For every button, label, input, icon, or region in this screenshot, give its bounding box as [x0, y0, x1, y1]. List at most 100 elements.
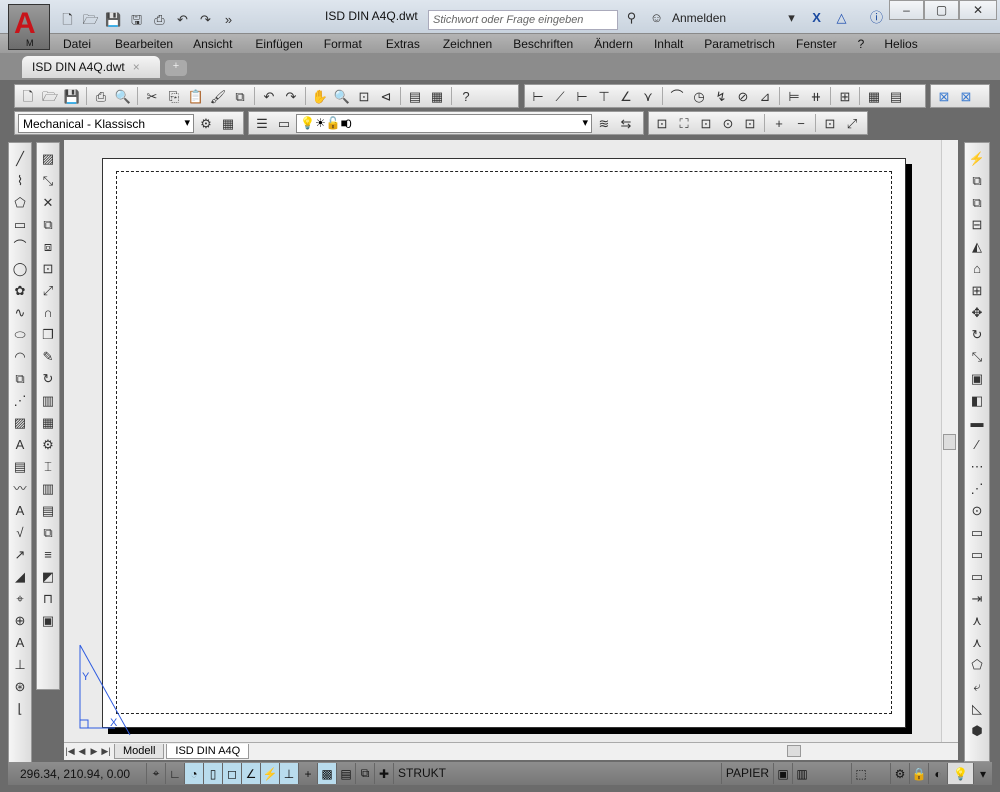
- new-tab-button[interactable]: +: [165, 60, 187, 76]
- copy-obj-icon[interactable]: ⧉: [38, 215, 58, 234]
- leader-icon[interactable]: ↗: [10, 545, 30, 564]
- zoom-r-icon[interactable]: ⊙: [967, 501, 987, 520]
- calculator-icon[interactable]: ▦: [427, 86, 447, 106]
- mtext-icon[interactable]: A: [10, 435, 30, 454]
- dim-angle-icon[interactable]: ∠: [616, 86, 636, 106]
- close-tab-icon[interactable]: ×: [133, 60, 140, 74]
- match-prop-icon[interactable]: ⚡: [967, 149, 987, 168]
- table-icon[interactable]: ▤: [886, 86, 906, 106]
- vertex2-r-icon[interactable]: ⋏: [967, 633, 987, 652]
- zoom-in-icon[interactable]: +: [769, 113, 789, 133]
- hatch-edit-icon[interactable]: ⊠: [956, 86, 976, 106]
- magnet-icon[interactable]: ∩: [38, 303, 58, 322]
- ucs-small-icon[interactable]: ⌊: [10, 699, 30, 718]
- menu-1[interactable]: Bearbeiten: [115, 37, 173, 51]
- menu-10[interactable]: Parametrisch: [704, 37, 775, 51]
- polyline-icon[interactable]: ⌇: [10, 171, 30, 190]
- undo-icon[interactable]: ↶: [173, 10, 192, 29]
- dim-diameter-icon[interactable]: ⊘: [733, 86, 753, 106]
- annotation-monitor-icon[interactable]: ✚: [374, 763, 393, 784]
- grid-icon[interactable]: ◔: [184, 763, 203, 784]
- save-as-icon[interactable]: 🖫: [127, 10, 146, 29]
- zoom-object-icon[interactable]: ⊡: [740, 113, 760, 133]
- break-r-icon[interactable]: ⁄: [967, 435, 987, 454]
- copy-r-icon[interactable]: ⧉: [967, 171, 987, 190]
- menu-2[interactable]: Ansicht: [193, 37, 232, 51]
- menu-8[interactable]: Ändern: [594, 37, 633, 51]
- dyn-icon[interactable]: +: [298, 763, 317, 784]
- text-icon[interactable]: A: [10, 501, 30, 520]
- trim-icon[interactable]: ⤡: [38, 171, 58, 190]
- dim-aligned-icon[interactable]: ⟋: [550, 86, 570, 106]
- quick-view-layouts-icon[interactable]: ▣: [773, 763, 792, 784]
- erase-icon[interactable]: ✕: [38, 193, 58, 212]
- menu-13[interactable]: Helios: [884, 37, 917, 51]
- mirror-icon[interactable]: ⧈: [38, 237, 58, 256]
- menu-5[interactable]: Extras: [386, 37, 420, 51]
- redo-icon[interactable]: ↷: [281, 86, 301, 106]
- hatch-pattern-icon[interactable]: ▨: [38, 149, 58, 168]
- root-icon[interactable]: √: [10, 523, 30, 542]
- balloon-icon[interactable]: ⊕: [10, 611, 30, 630]
- vertex-r-icon[interactable]: ⋏: [967, 611, 987, 630]
- zoom-center-icon[interactable]: ⊙: [718, 113, 738, 133]
- ortho-icon[interactable]: ▯: [203, 763, 222, 784]
- dim-horizontal-icon[interactable]: ⊢: [572, 86, 592, 106]
- edit-r-icon[interactable]: ⤶: [967, 677, 987, 696]
- close-button[interactable]: ✕: [959, 0, 997, 20]
- rectangle-icon[interactable]: ▭: [10, 215, 30, 234]
- horizontal-scroll-thumb[interactable]: [787, 745, 801, 757]
- zoom-previous-icon[interactable]: ⊲: [376, 86, 396, 106]
- save-icon[interactable]: 💾: [62, 86, 82, 106]
- rotate-r-icon[interactable]: ↻: [967, 325, 987, 344]
- print-icon[interactable]: ⎙: [91, 86, 111, 106]
- zoom-extents-icon[interactable]: ⤢: [842, 113, 862, 133]
- workspace-settings-icon[interactable]: ▦: [218, 113, 238, 133]
- workspace-switch-icon[interactable]: ⚙: [890, 763, 909, 784]
- match-icon[interactable]: 🖌: [208, 86, 228, 106]
- dim-jogged-icon[interactable]: ↯: [711, 86, 731, 106]
- dim-continue-icon[interactable]: ⧺: [806, 86, 826, 106]
- menu-3[interactable]: Einfügen: [255, 37, 302, 51]
- block-ref-icon[interactable]: ❐: [38, 325, 58, 344]
- binoculars-icon[interactable]: ⚲: [622, 8, 641, 27]
- menu-0[interactable]: Datei: [63, 37, 91, 51]
- lock-icon[interactable]: 🔒: [909, 763, 928, 784]
- stretch-r-icon[interactable]: ⌂: [967, 259, 987, 278]
- zoom-out-icon[interactable]: −: [791, 113, 811, 133]
- fillet-r-icon[interactable]: ▭: [967, 545, 987, 564]
- pan-icon[interactable]: ✋: [310, 86, 330, 106]
- mirror-r-icon[interactable]: ◭: [967, 237, 987, 256]
- center-icon[interactable]: ⊛: [10, 677, 30, 696]
- join-r-icon[interactable]: ⋯: [967, 457, 987, 476]
- array-icon[interactable]: ⤢: [38, 281, 58, 300]
- library-icon[interactable]: ▣: [38, 611, 58, 630]
- help-icon[interactable]: ⓘ: [867, 8, 886, 27]
- part-icon[interactable]: ▦: [38, 413, 58, 432]
- print-icon[interactable]: ⎙: [150, 10, 169, 29]
- move-r-icon[interactable]: ✥: [967, 303, 987, 322]
- help-icon[interactable]: ?: [456, 86, 476, 106]
- infer-constraints-icon[interactable]: ⌖: [146, 763, 165, 784]
- maximize-button[interactable]: ▢: [924, 0, 959, 20]
- tolerance-icon[interactable]: ⊞: [835, 86, 855, 106]
- calc-icon[interactable]: ◩: [38, 567, 58, 586]
- layer-state-icon[interactable]: ▭: [274, 113, 294, 133]
- dim-radius-icon[interactable]: ◷: [689, 86, 709, 106]
- undo-icon[interactable]: ↶: [259, 86, 279, 106]
- paste-icon[interactable]: 📋: [186, 86, 206, 106]
- copy-icon[interactable]: ⎘: [164, 86, 184, 106]
- last-tab-icon[interactable]: ▶|: [100, 746, 112, 757]
- surface-icon[interactable]: ⌖: [10, 589, 30, 608]
- solid-r-icon[interactable]: ⬢: [967, 721, 987, 740]
- spline-icon[interactable]: ∿: [10, 303, 30, 322]
- chamfer-r-icon[interactable]: ⋰: [967, 479, 987, 498]
- zoom-dynamic-icon[interactable]: ⛶: [674, 113, 694, 133]
- strukt-toggle[interactable]: STRUKT: [393, 763, 450, 784]
- explode-r-icon[interactable]: ▭: [967, 523, 987, 542]
- bearing-icon[interactable]: ▥: [38, 479, 58, 498]
- dim-vertical-icon[interactable]: ⊤: [594, 86, 614, 106]
- prev-tab-icon[interactable]: ◀: [76, 746, 88, 757]
- scale-r-icon[interactable]: ⤡: [967, 347, 987, 366]
- insert-block-icon[interactable]: ⧉: [10, 369, 30, 388]
